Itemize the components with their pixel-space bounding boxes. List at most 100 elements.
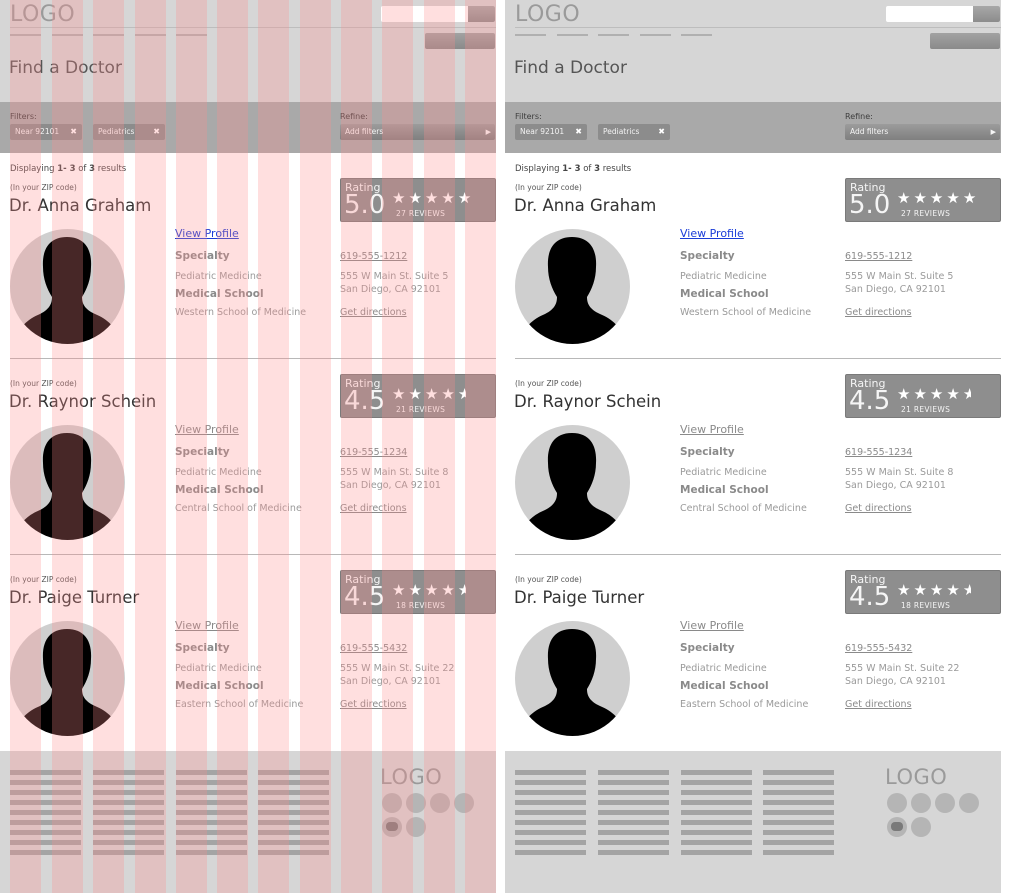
footer-link[interactable] (258, 800, 329, 805)
social-icon[interactable] (406, 793, 426, 813)
footer-link[interactable] (10, 830, 81, 835)
footer-link[interactable] (681, 840, 752, 845)
footer-link[interactable] (176, 820, 247, 825)
review-count[interactable]: 21 REVIEWS (901, 405, 950, 414)
footer-link[interactable] (93, 830, 164, 835)
footer-link[interactable] (258, 830, 329, 835)
footer-links-column[interactable] (10, 770, 81, 860)
social-icon[interactable] (911, 793, 931, 813)
account-button[interactable] (425, 33, 495, 49)
footer-link[interactable] (515, 830, 586, 835)
review-count[interactable]: 21 REVIEWS (396, 405, 445, 414)
nav-item[interactable] (640, 34, 671, 36)
view-profile-link[interactable]: View Profile (175, 227, 239, 240)
footer-link[interactable] (763, 770, 834, 775)
filter-chip-pediatrics[interactable]: Pediatrics ✖ (93, 124, 165, 140)
footer-link[interactable] (258, 770, 329, 775)
footer-link[interactable] (763, 810, 834, 815)
footer-link[interactable] (10, 820, 81, 825)
footer-link[interactable] (258, 850, 329, 855)
social-icon[interactable] (382, 793, 402, 813)
close-icon[interactable]: ✖ (658, 124, 665, 140)
footer-link[interactable] (681, 820, 752, 825)
nav-item[interactable] (93, 34, 124, 36)
social-icon[interactable] (430, 793, 450, 813)
phone-link[interactable]: 619-555-5432 (340, 643, 407, 654)
footer-link[interactable] (681, 770, 752, 775)
view-profile-link[interactable]: View Profile (680, 423, 744, 436)
nav-item[interactable] (135, 34, 166, 36)
footer-link[interactable] (10, 780, 81, 785)
nav-item[interactable] (557, 34, 588, 36)
close-icon[interactable]: ✖ (575, 124, 582, 140)
footer-link[interactable] (10, 800, 81, 805)
review-count[interactable]: 18 REVIEWS (901, 601, 950, 610)
get-directions-link[interactable]: Get directions (340, 699, 407, 710)
phone-link[interactable]: 619-555-5432 (845, 643, 912, 654)
footer-link[interactable] (93, 800, 164, 805)
close-icon[interactable]: ✖ (153, 124, 160, 140)
footer-link[interactable] (93, 780, 164, 785)
doctor-name[interactable]: Dr. Paige Turner (9, 588, 139, 607)
footer-link[interactable] (598, 800, 669, 805)
filter-chip-near[interactable]: Near 92101 ✖ (10, 124, 82, 140)
view-profile-link[interactable]: View Profile (175, 619, 239, 632)
footer-link[interactable] (598, 790, 669, 795)
add-filters-dropdown[interactable]: Add filters ▶ (845, 124, 1000, 140)
social-icon[interactable] (406, 817, 426, 837)
footer-link[interactable] (763, 830, 834, 835)
footer-link[interactable] (93, 820, 164, 825)
view-profile-link[interactable]: View Profile (175, 423, 239, 436)
review-count[interactable]: 18 REVIEWS (396, 601, 445, 610)
footer-link[interactable] (598, 840, 669, 845)
footer-link[interactable] (176, 830, 247, 835)
footer-logo[interactable]: LOGO (380, 765, 442, 789)
footer-link[interactable] (598, 770, 669, 775)
footer-link[interactable] (763, 850, 834, 855)
social-icon[interactable] (887, 793, 907, 813)
footer-links-column[interactable] (258, 770, 329, 860)
footer-links-column[interactable] (681, 770, 752, 860)
footer-links-column[interactable] (763, 770, 834, 860)
doctor-name[interactable]: Dr. Raynor Schein (9, 392, 156, 411)
footer-link[interactable] (176, 800, 247, 805)
social-icon[interactable] (959, 793, 979, 813)
footer-link[interactable] (10, 840, 81, 845)
doctor-name[interactable]: Dr. Paige Turner (514, 588, 644, 607)
logo[interactable]: LOGO (10, 2, 75, 27)
footer-link[interactable] (515, 800, 586, 805)
footer-link[interactable] (763, 790, 834, 795)
footer-link[interactable] (93, 840, 164, 845)
review-count[interactable]: 27 REVIEWS (901, 209, 950, 218)
footer-link[interactable] (10, 810, 81, 815)
footer-link[interactable] (10, 770, 81, 775)
footer-link[interactable] (258, 790, 329, 795)
filter-chip-near[interactable]: Near 92101 ✖ (515, 124, 587, 140)
view-profile-link[interactable]: View Profile (680, 227, 744, 240)
footer-links-column[interactable] (176, 770, 247, 860)
phone-link[interactable]: 619-555-1212 (845, 251, 912, 262)
get-directions-link[interactable]: Get directions (340, 503, 407, 514)
footer-link[interactable] (763, 840, 834, 845)
add-filters-dropdown[interactable]: Add filters ▶ (340, 124, 495, 140)
footer-logo[interactable]: LOGO (885, 765, 947, 789)
footer-links-column[interactable] (515, 770, 586, 860)
footer-link[interactable] (681, 830, 752, 835)
phone-link[interactable]: 619-555-1234 (845, 447, 912, 458)
review-count[interactable]: 27 REVIEWS (396, 209, 445, 218)
get-directions-link[interactable]: Get directions (845, 503, 912, 514)
footer-link[interactable] (681, 850, 752, 855)
filter-chip-pediatrics[interactable]: Pediatrics ✖ (598, 124, 670, 140)
footer-link[interactable] (258, 810, 329, 815)
footer-link[interactable] (598, 830, 669, 835)
footer-link[interactable] (598, 780, 669, 785)
footer-link[interactable] (10, 850, 81, 855)
doctor-name[interactable]: Dr. Anna Graham (9, 196, 151, 215)
footer-link[interactable] (763, 780, 834, 785)
doctor-name[interactable]: Dr. Raynor Schein (514, 392, 661, 411)
search-input[interactable] (886, 6, 1000, 22)
phone-link[interactable]: 619-555-1212 (340, 251, 407, 262)
footer-link[interactable] (515, 810, 586, 815)
footer-link[interactable] (176, 780, 247, 785)
footer-link[interactable] (93, 810, 164, 815)
